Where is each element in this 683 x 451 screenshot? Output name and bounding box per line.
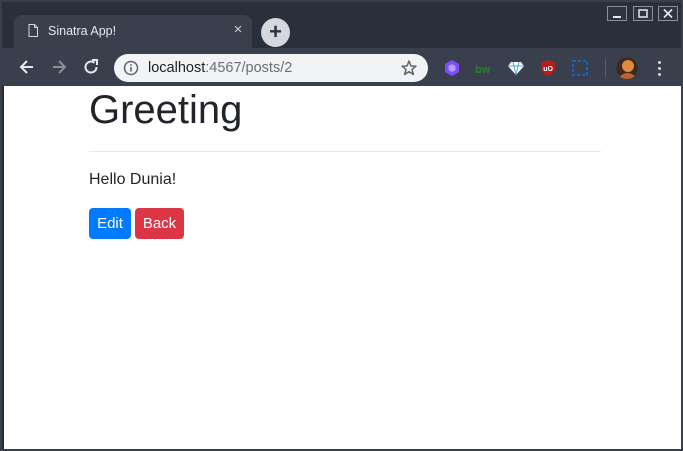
bw-extension-icon[interactable]: bw — [475, 59, 493, 77]
svg-text:bw: bw — [475, 64, 491, 76]
new-tab-button[interactable]: + — [261, 18, 290, 47]
close-window-button[interactable] — [658, 6, 678, 21]
maximize-button[interactable] — [633, 6, 653, 21]
diamond-extension-icon[interactable] — [507, 59, 525, 77]
ublock-extension-icon[interactable]: uO — [539, 59, 557, 77]
close-icon — [663, 8, 673, 19]
profile-avatar-icon — [616, 57, 638, 79]
blue-square-extension-icon[interactable] — [571, 59, 589, 77]
toolbar-separator — [605, 59, 606, 77]
minimize-button[interactable] — [607, 6, 627, 21]
tab-close-icon[interactable]: × — [230, 22, 246, 38]
profile-avatar[interactable] — [616, 57, 638, 79]
edit-button[interactable]: Edit — [89, 208, 131, 239]
back-button[interactable]: Back — [135, 208, 184, 239]
info-icon[interactable] — [123, 60, 139, 76]
browser-toolbar: localhost:4567/posts/2 bw uO — [2, 48, 681, 86]
svg-text:uO: uO — [543, 66, 553, 73]
more-menu-icon[interactable] — [650, 58, 668, 78]
url-host: localhost — [148, 60, 206, 76]
divider — [89, 151, 601, 152]
tab-strip: Sinatra App! × + — [2, 2, 681, 48]
url-path: :4567/posts/2 — [205, 60, 293, 76]
url-text[interactable]: localhost:4567/posts/2 — [148, 60, 292, 76]
post-body: Hello Dunia! — [89, 171, 177, 188]
bookmark-star-icon[interactable] — [400, 59, 418, 77]
back-arrow-icon[interactable] — [17, 57, 37, 77]
minimize-icon — [613, 16, 621, 18]
browser-window: Sinatra App! × + localhost:4567/posts/2 … — [0, 0, 683, 451]
page-icon — [28, 24, 38, 37]
maximize-icon — [638, 9, 648, 18]
reload-icon[interactable] — [81, 57, 101, 77]
tab-sinatra-app[interactable]: Sinatra App! × — [14, 15, 252, 48]
address-bar[interactable]: localhost:4567/posts/2 — [114, 54, 428, 82]
purple-hex-extension-icon[interactable] — [443, 59, 461, 77]
page-viewport: Greeting Hello Dunia! Edit Back — [4, 86, 681, 449]
forward-arrow-icon[interactable] — [49, 57, 69, 77]
page-title: Greeting — [89, 88, 243, 132]
tab-title: Sinatra App! — [48, 24, 117, 38]
